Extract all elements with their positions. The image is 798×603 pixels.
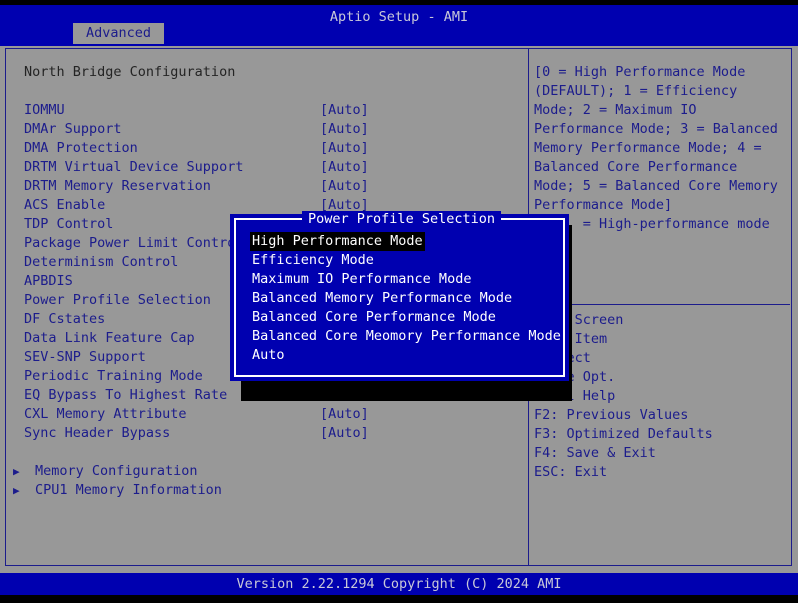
setting-value[interactable]: [Auto]: [320, 424, 369, 443]
popup-option[interactable]: Balanced Memory Performance Mode: [250, 289, 514, 308]
setting-row[interactable]: Sync Header Bypass [Auto]: [0, 424, 528, 443]
setting-label: CXL Memory Attribute: [24, 405, 187, 424]
key-legend-line: lect Screen: [534, 311, 790, 330]
chevron-right-icon: ▶: [13, 462, 20, 481]
help-line: (DEFAULT); 1 = Efficiency: [534, 82, 790, 101]
setting-row[interactable]: DRTM Memory Reservation [Auto]: [0, 177, 528, 196]
key-legend-line: Select: [534, 349, 790, 368]
popup-option-row[interactable]: Maximum IO Performance Mode: [250, 270, 560, 289]
page-title: North Bridge Configuration: [24, 63, 235, 82]
popup-option-row[interactable]: Efficiency Mode: [250, 251, 560, 270]
setting-value[interactable]: [Auto]: [320, 405, 369, 424]
submenu-label: CPU1 Memory Information: [35, 481, 222, 500]
bios-setup-screen: Aptio Setup - AMI Advanced North Bridge …: [0, 0, 798, 603]
setting-label: Periodic Training Mode: [24, 367, 203, 386]
key-legend-line: F3: Optimized Defaults: [534, 425, 790, 444]
setting-row[interactable]: DMA Protection [Auto]: [0, 139, 528, 158]
key-legend: lect Screenlect Item Selecthange Opt.ner…: [534, 311, 790, 482]
popup-option-selected[interactable]: High Performance Mode: [250, 232, 425, 251]
popup-option-row[interactable]: Auto: [250, 346, 560, 365]
setting-label: TDP Control: [24, 215, 113, 234]
popup-option-row[interactable]: Balanced Core Meomory Performance Mode: [250, 327, 560, 346]
setting-row[interactable]: DMAr Support [Auto]: [0, 120, 528, 139]
popup-option-row[interactable]: High Performance Mode: [250, 232, 560, 251]
submenu-label: Memory Configuration: [35, 462, 198, 481]
help-line: Balanced Core Performance: [534, 158, 790, 177]
setting-label: Package Power Limit Control: [24, 234, 243, 253]
popup-option[interactable]: Efficiency Mode: [250, 251, 376, 270]
key-legend-line: hange Opt.: [534, 368, 790, 387]
setting-label: ACS Enable: [24, 196, 105, 215]
bottom-black-strip: [0, 595, 798, 603]
list-spacer: [0, 443, 528, 462]
help-line: Mode; 5 = Balanced Core Memory: [534, 177, 790, 196]
setting-label: Power Profile Selection: [24, 291, 211, 310]
popup-inner-border: Power Profile Selection High Performance…: [234, 218, 565, 377]
setting-label: Sync Header Bypass: [24, 424, 170, 443]
setting-label: Data Link Feature Cap: [24, 329, 195, 348]
submenu-row[interactable]: ▶ CPU1 Memory Information: [0, 481, 528, 500]
key-legend-line: ESC: Exit: [534, 463, 790, 482]
tab-advanced[interactable]: Advanced: [73, 23, 164, 44]
submenu-row[interactable]: ▶ Memory Configuration: [0, 462, 528, 481]
setting-label: DRTM Memory Reservation: [24, 177, 211, 196]
version-text: Version 2.22.1294 Copyright (C) 2024 AMI: [0, 575, 798, 593]
help-text: [0 = High Performance Mode(DEFAULT); 1 =…: [534, 63, 790, 234]
help-line: [0 = High Performance Mode: [534, 63, 790, 82]
setting-label: EQ Bypass To Highest Rate: [24, 386, 227, 405]
chevron-right-icon: ▶: [13, 481, 20, 500]
popup-title: Power Profile Selection: [236, 211, 567, 228]
setting-row[interactable]: DRTM Virtual Device Support [Auto]: [0, 158, 528, 177]
key-legend-line: F4: Save & Exit: [534, 444, 790, 463]
setting-label: IOMMU: [24, 101, 65, 120]
popup-title-text: Power Profile Selection: [302, 211, 501, 227]
popup-option-row[interactable]: Balanced Core Performance Mode: [250, 308, 560, 327]
popup-option-list: High Performance ModeEfficiency ModeMaxi…: [250, 232, 560, 365]
setting-value[interactable]: [Auto]: [320, 158, 369, 177]
setting-label: DMA Protection: [24, 139, 138, 158]
key-legend-line: lect Item: [534, 330, 790, 349]
key-legend-line: F2: Previous Values: [534, 406, 790, 425]
help-line: Mode; 2 = Maximum IO: [534, 101, 790, 120]
setting-label: DMAr Support: [24, 120, 122, 139]
setting-value[interactable]: [Auto]: [320, 139, 369, 158]
setting-label: DF Cstates: [24, 310, 105, 329]
setting-label: SEV-SNP Support: [24, 348, 146, 367]
setting-label: DRTM Virtual Device Support: [24, 158, 243, 177]
tab-bar: Advanced: [0, 23, 798, 44]
help-line: Memory Performance Mode; 4 =: [534, 139, 790, 158]
setting-value[interactable]: [Auto]: [320, 177, 369, 196]
help-line: Performance Mode]: [534, 196, 790, 215]
help-line: Performance Mode; 3 = Balanced: [534, 120, 790, 139]
popup-option[interactable]: Maximum IO Performance Mode: [250, 270, 473, 289]
power-profile-dialog[interactable]: Power Profile Selection High Performance…: [230, 214, 569, 381]
setting-label: APBDIS: [24, 272, 73, 291]
popup-option[interactable]: Balanced Core Performance Mode: [250, 308, 498, 327]
key-legend-line: neral Help: [534, 387, 790, 406]
popup-option-row[interactable]: Balanced Memory Performance Mode: [250, 289, 560, 308]
popup-option[interactable]: Balanced Core Meomory Performance Mode: [250, 327, 563, 346]
popup-option[interactable]: Auto: [250, 346, 287, 365]
setting-row[interactable]: IOMMU [Auto]: [0, 101, 528, 120]
setting-label: Determinism Control: [24, 253, 178, 272]
help-line: = High-performance mode: [534, 215, 790, 234]
setting-value[interactable]: [Auto]: [320, 120, 369, 139]
setting-value[interactable]: [Auto]: [320, 101, 369, 120]
setting-row[interactable]: CXL Memory Attribute [Auto]: [0, 405, 528, 424]
